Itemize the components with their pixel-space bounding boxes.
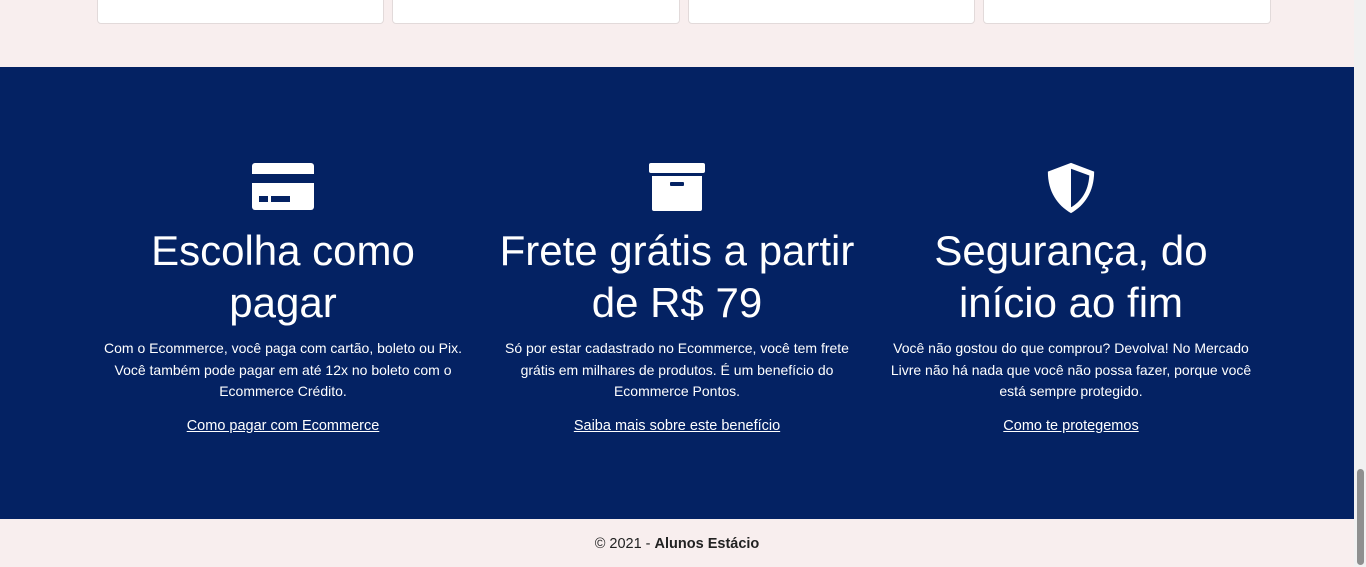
vertical-scrollbar[interactable] [1354,0,1366,567]
feature-shipping: Frete grátis a partir de R$ 79 Só por es… [491,161,863,435]
product-cards-strip [0,0,1354,67]
product-card[interactable] [688,0,975,24]
product-card[interactable] [983,0,1271,24]
feature-link[interactable]: Como te protegemos [1003,418,1138,434]
feature-title: Segurança, do início ao fim [934,227,1208,326]
credit-card-icon [252,163,314,210]
feature-title: Frete grátis a partir de R$ 79 [499,227,855,326]
archive-box-icon [649,163,705,211]
product-card[interactable] [97,0,384,24]
feature-description: Com o Ecommerce, você paga com cartão, b… [104,340,462,399]
feature-link[interactable]: Saiba mais sobre este benefício [574,418,780,434]
feature-title: Escolha como pagar [151,227,415,326]
shield-icon [1047,162,1095,214]
footer: © 2021 - Alunos Estácio [0,519,1354,567]
product-card[interactable] [392,0,680,24]
feature-security: Segurança, do início ao fim Você não gos… [885,161,1257,435]
feature-link[interactable]: Como pagar com Ecommerce [187,418,380,434]
footer-author: Alunos Estácio [654,536,760,552]
feature-description: Você não gostou do que comprou? Devolva!… [890,340,1252,399]
scrollbar-thumb[interactable] [1357,469,1364,565]
feature-description: Só por estar cadastrado no Ecommerce, vo… [505,340,849,399]
features-section: Escolha como pagar Com o Ecommerce, você… [0,67,1354,519]
feature-payment: Escolha como pagar Com o Ecommerce, você… [97,161,469,435]
page: Escolha como pagar Com o Ecommerce, você… [0,0,1366,567]
footer-copyright: © 2021 - [594,536,655,552]
